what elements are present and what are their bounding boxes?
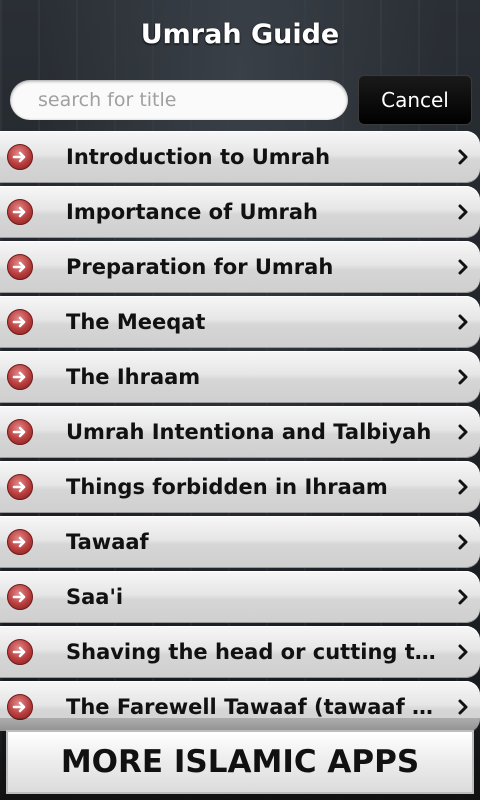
- list-item[interactable]: Tawaaf: [0, 516, 480, 568]
- list-item[interactable]: Umrah Intentiona and Talbiyah: [0, 406, 480, 458]
- page-title: Umrah Guide: [140, 18, 340, 50]
- list-item-label: Saa'i: [66, 585, 124, 609]
- arrow-right-circle-icon: [7, 419, 33, 445]
- cancel-button[interactable]: Cancel: [358, 75, 472, 125]
- list-item[interactable]: Introduction to Umrah: [0, 131, 480, 183]
- list-item-label: Shaving the head or cutting the h…: [66, 640, 444, 664]
- chevron-right-icon: [456, 312, 470, 332]
- list-item-label: Umrah Intentiona and Talbiyah: [66, 420, 432, 444]
- arrow-right-circle-icon: [7, 254, 33, 280]
- list-item-label: The Meeqat: [66, 310, 206, 334]
- list-item-label: Things forbidden in Ihraam: [66, 475, 388, 499]
- chevron-right-icon: [456, 697, 470, 717]
- arrow-right-circle-icon: [7, 364, 33, 390]
- arrow-right-circle-icon: [7, 584, 33, 610]
- list-item-label: Importance of Umrah: [66, 200, 318, 224]
- chevron-right-icon: [456, 367, 470, 387]
- app-header: Umrah Guide: [0, 0, 480, 68]
- arrow-right-circle-icon: [7, 144, 33, 170]
- list-item[interactable]: The Meeqat: [0, 296, 480, 348]
- topic-list: Introduction to Umrah Importance of Umrah…: [0, 131, 480, 731]
- arrow-right-circle-icon: [7, 199, 33, 225]
- arrow-right-circle-icon: [7, 474, 33, 500]
- footer-bar: MORE ISLAMIC APPS: [0, 718, 480, 800]
- search-input[interactable]: [10, 80, 348, 120]
- list-item[interactable]: Preparation for Umrah: [0, 241, 480, 293]
- list-item[interactable]: Shaving the head or cutting the h…: [0, 626, 480, 678]
- arrow-right-circle-icon: [7, 639, 33, 665]
- list-item[interactable]: Things forbidden in Ihraam: [0, 461, 480, 513]
- more-apps-button[interactable]: MORE ISLAMIC APPS: [6, 730, 474, 794]
- chevron-right-icon: [456, 532, 470, 552]
- list-item-label: Preparation for Umrah: [66, 255, 334, 279]
- list-item[interactable]: Importance of Umrah: [0, 186, 480, 238]
- chevron-right-icon: [456, 422, 470, 442]
- arrow-right-circle-icon: [7, 529, 33, 555]
- list-item-label: Introduction to Umrah: [66, 145, 331, 169]
- arrow-right-circle-icon: [7, 694, 33, 720]
- list-item-label: The Ihraam: [66, 365, 201, 389]
- chevron-right-icon: [456, 477, 470, 497]
- arrow-right-circle-icon: [7, 309, 33, 335]
- chevron-right-icon: [456, 202, 470, 222]
- chevron-right-icon: [456, 587, 470, 607]
- list-item[interactable]: The Ihraam: [0, 351, 480, 403]
- list-item[interactable]: Saa'i: [0, 571, 480, 623]
- list-item-label: Tawaaf: [66, 530, 149, 554]
- search-bar: Cancel: [0, 74, 480, 130]
- chevron-right-icon: [456, 642, 470, 662]
- chevron-right-icon: [456, 257, 470, 277]
- chevron-right-icon: [456, 147, 470, 167]
